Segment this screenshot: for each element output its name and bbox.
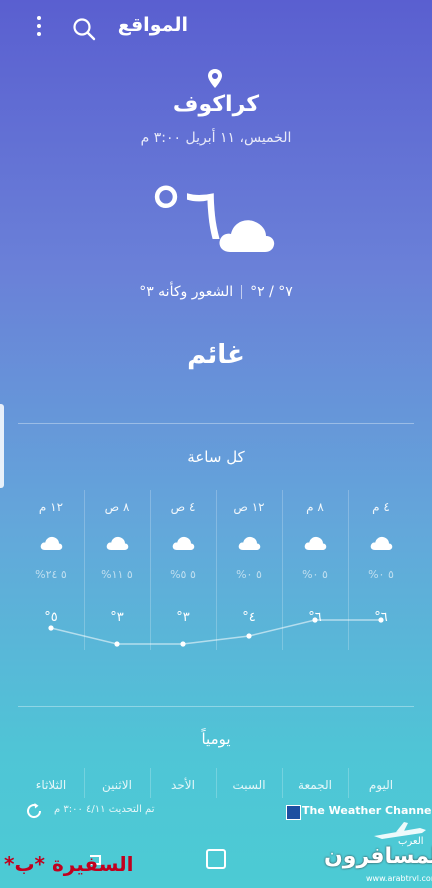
temperature-point	[114, 641, 120, 647]
precip-chance: ٥ ٠%	[368, 568, 394, 581]
cloud-icon	[369, 534, 393, 552]
divider	[18, 423, 414, 424]
hour-label: ١٢ م	[38, 500, 64, 514]
day-label[interactable]: الأحد	[150, 778, 216, 792]
day-label[interactable]: الثلاثاء	[18, 778, 84, 792]
watermark-brand: المسافرون	[324, 844, 432, 869]
precip-chance: ٥ ٠%	[302, 568, 328, 581]
recent-apps-icon[interactable]	[206, 849, 226, 869]
watermark-site: www.arabtrvl.com	[366, 874, 432, 883]
cloud-icon	[105, 534, 129, 552]
refresh-icon[interactable]	[24, 801, 44, 821]
precip-chance: ٥ ١١%	[101, 568, 133, 581]
hour-label: ٨ م	[306, 500, 324, 514]
current-temperature: ٦°	[148, 172, 223, 256]
temperature-point	[48, 625, 54, 631]
temperature-point	[312, 617, 318, 623]
high-low: ٧° / ٢°	[250, 284, 293, 300]
cloud-icon	[39, 534, 63, 552]
day-label[interactable]: السبت	[216, 778, 282, 792]
column-divider	[348, 768, 349, 798]
hour-label: ٤ م	[372, 500, 390, 514]
column-divider	[84, 768, 85, 798]
last-updated: تم التحديث ٤/١١ ٣:٠٠ م	[54, 804, 155, 815]
day-label[interactable]: الاثنين	[84, 778, 150, 792]
provider-link[interactable]: The Weather Channel	[302, 804, 432, 817]
drawer-handle[interactable]	[0, 404, 4, 488]
date-time: الخميس، ١١ أبريل ٣:٠٠ م	[140, 130, 292, 146]
cloud-icon	[216, 212, 276, 254]
city-name: كراكوف	[172, 92, 260, 117]
cloud-icon	[171, 534, 195, 552]
search-icon[interactable]	[70, 15, 98, 43]
page-title: المواقع	[117, 14, 188, 36]
divider	[18, 706, 414, 707]
daily-title: يومياً	[201, 730, 231, 748]
feels-like: الشعور وكأنه ٣°	[139, 284, 234, 300]
condition-text: غائم	[187, 340, 245, 370]
cloud-icon	[237, 534, 261, 552]
high-low-row: ٧° / ٢° الشعور وكأنه ٣°	[0, 284, 432, 300]
more-vert-icon[interactable]	[30, 16, 48, 42]
watermark-author: السفيرة *ب*	[4, 852, 134, 876]
watermark-logo: العرب المسافرون www.arabtrvl.com	[322, 820, 432, 884]
precip-chance: ٥ ٠%	[236, 568, 262, 581]
top-bar: المواقع	[0, 0, 432, 56]
hour-label: ١٢ ص	[233, 500, 265, 514]
temperature-line	[50, 619, 381, 645]
column-divider	[150, 768, 151, 798]
column-divider	[216, 768, 217, 798]
hour-label: ٨ ص	[104, 500, 130, 514]
column-divider	[282, 768, 283, 798]
hourly-temperature-graph	[48, 617, 384, 647]
temperature-point	[378, 617, 384, 623]
day-label[interactable]: الجمعة	[282, 778, 348, 792]
precip-chance: ٥ ٥%	[170, 568, 196, 581]
cloud-icon	[303, 534, 327, 552]
hour-label: ٤ ص	[170, 500, 196, 514]
temperature-point	[246, 633, 252, 639]
temperature-point	[180, 641, 186, 647]
hourly-title: كل ساعة	[187, 448, 245, 466]
weather-channel-logo-icon	[286, 805, 301, 820]
day-label[interactable]: اليوم	[348, 778, 414, 792]
location-pin-icon	[206, 68, 224, 90]
precip-chance: ٥ ٢٤%	[35, 568, 67, 581]
divider	[241, 285, 243, 299]
